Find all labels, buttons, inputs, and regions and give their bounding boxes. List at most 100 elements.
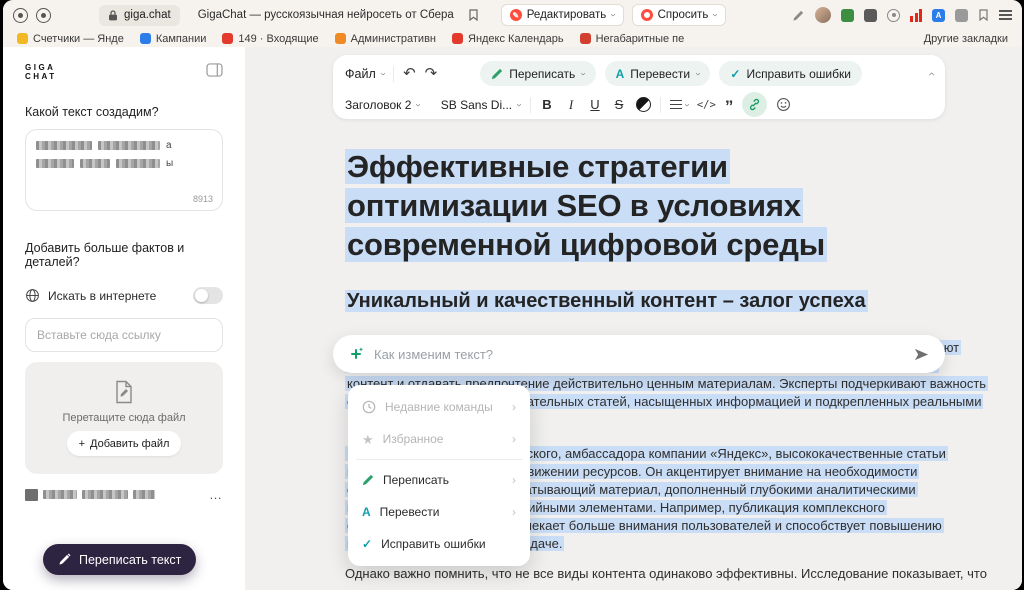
window-badge-icon-2[interactable] (36, 8, 51, 23)
paragraph-style-label: Заголовок 2 (345, 98, 411, 112)
bookmark-item[interactable]: Негабаритные пе (580, 33, 685, 45)
file-dropzone[interactable]: Перетащите сюда файл + Добавить файл (25, 362, 223, 474)
search-internet-toggle[interactable] (193, 287, 223, 304)
font-select[interactable]: SB Sans Di... › (441, 98, 521, 112)
rewrite-text-label: Переписать текст (79, 553, 181, 567)
prompt-textarea[interactable]: а ы 8913 (25, 129, 223, 211)
h1-line: Эффективные стратегии (345, 149, 730, 184)
other-bookmarks-label: Другие закладки (924, 33, 1008, 45)
redo-icon[interactable]: ↷ (425, 66, 438, 81)
translate-icon: A (616, 68, 625, 80)
menu-item-rewrite[interactable]: Переписать › (354, 464, 524, 496)
other-bookmarks[interactable]: Другие закладки (924, 33, 1008, 45)
favicon (140, 33, 151, 44)
menu-item-favorites[interactable]: ★ Избранное › (354, 423, 524, 455)
page-title: GigaChat — русскоязычная нейросеть от Сб… (198, 9, 454, 21)
chevron-right-icon: › (512, 505, 516, 519)
extension-edit-icon[interactable] (792, 9, 805, 22)
file-icon (25, 489, 38, 501)
chevron-down-icon: › (693, 72, 703, 75)
bookmark-item[interactable]: 149 · Входящие (222, 33, 318, 45)
collapse-toolbar-icon[interactable]: › (925, 72, 937, 76)
fix-errors-tool-button[interactable]: ✓ Исправить ошибки (719, 61, 862, 86)
menu-item-label: Избранное (383, 432, 444, 446)
file-menu-label: Файл (345, 67, 376, 81)
logo-line-2: CHAT (25, 72, 57, 81)
edit-service-label: Редактировать (527, 9, 606, 21)
search-internet-label: Искать в интернете (48, 289, 185, 303)
redacted-text (82, 490, 128, 499)
attached-file-row[interactable]: … (25, 487, 223, 502)
translate-tool-label: Перевести (630, 67, 690, 81)
bookmark-outline-icon[interactable] (978, 9, 989, 21)
puzzle-icon[interactable] (955, 9, 968, 22)
ai-command-input[interactable]: Как изменим текст? (333, 335, 945, 373)
ask-service-button[interactable]: Спросить › (632, 4, 726, 26)
emoji-button[interactable] (776, 97, 791, 112)
editor-area: Файл › ↶ ↷ Переписать › (245, 47, 1022, 590)
translate-extension-icon[interactable]: A (932, 9, 945, 22)
link-input[interactable] (25, 318, 223, 352)
ask-service-label: Спросить (658, 9, 709, 21)
bookmarks-bar: Счетчики — Янде Кампании 149 · Входящие … (3, 30, 1022, 47)
browser-window: giga.chat GigaChat — русскоязычная нейро… (3, 0, 1022, 590)
file-menu-button[interactable]: Файл › (345, 67, 384, 81)
extension-green-icon[interactable] (841, 9, 854, 22)
paragraph-style-select[interactable]: Заголовок 2 › (345, 98, 420, 112)
list-button[interactable]: › (670, 100, 688, 110)
address-bar[interactable]: giga.chat (99, 5, 180, 26)
chevron-right-icon: › (512, 432, 516, 446)
link-button-active[interactable] (742, 92, 767, 117)
quote-button[interactable]: ” (725, 102, 734, 112)
favicon (335, 33, 346, 44)
italic-button[interactable]: I (564, 97, 579, 113)
redacted-text (80, 159, 110, 168)
add-file-label: Добавить файл (90, 438, 169, 450)
window-badge-icon-1[interactable] (13, 8, 28, 23)
undo-icon[interactable]: ↶ (403, 66, 416, 81)
menu-divider (356, 459, 522, 460)
file-menu-icon[interactable]: … (209, 487, 223, 502)
rewrite-tool-button[interactable]: Переписать › (480, 61, 595, 86)
strikethrough-button[interactable]: S (612, 97, 627, 112)
chevron-down-icon: › (578, 72, 588, 75)
bookmark-flag-icon[interactable] (468, 9, 479, 21)
profile-avatar[interactable] (815, 7, 831, 23)
metrica-chart-icon[interactable] (910, 9, 922, 22)
redacted-text (36, 159, 74, 168)
toolbar-divider (393, 66, 394, 82)
menu-item-translate[interactable]: A Перевести › (354, 496, 524, 528)
prompt-question-label: Какой текст создадим? (25, 105, 223, 119)
menu-item-fix-errors[interactable]: ✓ Исправить ошибки (354, 528, 524, 560)
extension-dark-icon[interactable] (864, 9, 877, 22)
menu-item-recent[interactable]: Недавние команды › (354, 391, 524, 423)
details-label: Добавить больше фактов и деталей? (25, 241, 223, 269)
menu-item-label: Переписать (383, 473, 449, 487)
redacted-text (36, 141, 92, 150)
chevron-down-icon: › (413, 103, 423, 106)
redacted-text (98, 141, 160, 150)
bookmark-item[interactable]: Кампании (140, 33, 207, 45)
rewrite-text-button[interactable]: Переписать текст (43, 544, 196, 575)
gigachat-logo: GIGA CHAT (25, 63, 57, 81)
chevron-right-icon: › (512, 473, 516, 487)
text-color-button[interactable] (636, 97, 651, 112)
edit-service-button[interactable]: ✎ Редактировать › (501, 4, 624, 26)
plus-sparkle-icon[interactable] (348, 346, 364, 362)
underline-button[interactable]: U (588, 97, 603, 112)
chevron-down-icon: › (681, 103, 691, 106)
add-file-button[interactable]: + Добавить файл (67, 431, 182, 456)
bookmark-item[interactable]: Счетчики — Янде (17, 33, 124, 45)
bold-button[interactable]: B (540, 97, 555, 112)
char-count: 8913 (193, 194, 213, 204)
sidebar-collapse-icon[interactable] (206, 63, 223, 77)
bookmark-item[interactable]: Яндекс Календарь (452, 33, 564, 45)
browser-menu-icon[interactable] (999, 10, 1012, 20)
h1-line: оптимизации SEO в условиях (345, 188, 803, 223)
translate-tool-button[interactable]: A Перевести › (605, 61, 711, 86)
extension-circle-icon[interactable] (887, 9, 900, 22)
code-button[interactable]: </> (697, 99, 716, 111)
send-icon[interactable] (913, 346, 930, 363)
bookmark-item[interactable]: Административн (335, 33, 436, 45)
menu-item-label: Недавние команды (385, 400, 493, 414)
